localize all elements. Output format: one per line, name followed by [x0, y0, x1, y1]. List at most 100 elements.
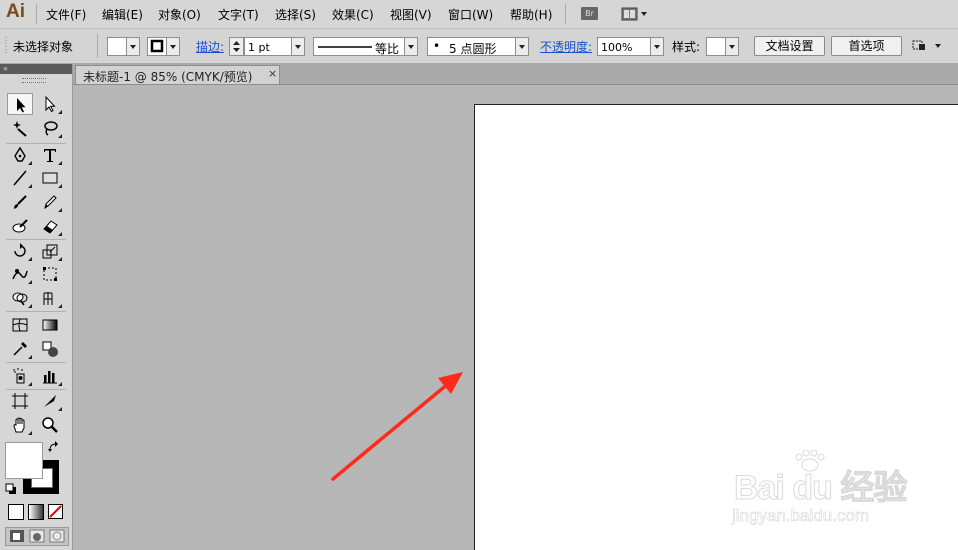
menu-effect[interactable]: 效果(C) [332, 6, 374, 23]
tools-panel-header[interactable]: « [0, 64, 72, 74]
tools-panel: « [0, 64, 73, 550]
arrange-documents-button[interactable] [910, 38, 946, 54]
menu-file[interactable]: 文件(F) [46, 6, 86, 23]
stroke-label[interactable]: 描边: [196, 38, 224, 55]
fill-color-box[interactable] [5, 442, 43, 479]
menu-separator [36, 4, 37, 24]
pencil-tool[interactable] [37, 191, 63, 213]
brush-dropdown[interactable] [515, 37, 529, 56]
document-setup-button[interactable]: 文档设置 [754, 36, 825, 56]
shape-builder-tool[interactable] [7, 287, 33, 309]
opacity-dropdown[interactable] [650, 37, 664, 56]
column-graph-tool[interactable] [37, 365, 63, 387]
drawing-modes [5, 527, 69, 546]
color-mode-button[interactable] [8, 504, 24, 520]
eyedropper-tool[interactable] [7, 338, 33, 360]
magic-wand-tool[interactable] [7, 117, 33, 139]
free-transform-icon [43, 267, 57, 281]
mesh-icon [12, 318, 28, 332]
direct-selection-tool[interactable] [37, 93, 63, 115]
stroke-profile-dropdown[interactable] [404, 37, 418, 56]
stepper-arrows-icon [233, 41, 240, 52]
paintbrush-tool[interactable] [7, 191, 33, 213]
mesh-tool[interactable] [7, 314, 33, 336]
slice-knife-icon [44, 395, 56, 407]
pen-tool[interactable] [7, 144, 33, 166]
stroke-weight-dropdown[interactable] [291, 37, 305, 56]
stroke-line-icon [318, 46, 372, 48]
close-tab-icon[interactable]: × [268, 67, 277, 80]
selection-tool[interactable] [7, 93, 33, 115]
shape-builder-icon [12, 292, 28, 306]
stroke-swatch[interactable] [147, 37, 167, 56]
stroke-dropdown[interactable] [166, 37, 180, 56]
blob-brush-tool[interactable] [7, 215, 33, 237]
menu-select[interactable]: 选择(S) [275, 6, 316, 23]
menu-edit[interactable]: 编辑(E) [102, 6, 143, 23]
menu-view[interactable]: 视图(V) [390, 6, 432, 23]
default-colors-icon[interactable] [5, 483, 17, 495]
warp-icon [12, 269, 28, 280]
perspective-grid-icon [43, 292, 53, 305]
line-segment-tool[interactable] [7, 167, 33, 189]
hand-tool[interactable] [7, 414, 33, 436]
menu-type[interactable]: 文字(T) [218, 6, 259, 23]
warp-tool[interactable] [7, 263, 33, 285]
preferences-button[interactable]: 首选项 [831, 36, 902, 56]
stroke-weight-field[interactable]: 1 pt [244, 37, 292, 56]
perspective-grid-tool[interactable] [37, 287, 63, 309]
direct-selection-icon [45, 95, 56, 113]
magic-wand-icon [13, 121, 27, 137]
document-tab-title: 未标题-1 @ 85% (CMYK/预览) [83, 70, 253, 84]
arrange-icon [912, 40, 941, 50]
blend-icon [42, 341, 58, 357]
scale-icon [42, 244, 58, 259]
symbol-sprayer-tool[interactable] [7, 365, 33, 387]
gradient-mode-button[interactable] [28, 504, 44, 520]
free-transform-tool[interactable] [37, 263, 63, 285]
bridge-button[interactable]: Br [581, 7, 598, 20]
opacity-label[interactable]: 不透明度: [540, 38, 592, 55]
rotate-tool[interactable] [7, 240, 33, 262]
hand-icon [13, 417, 25, 433]
column-graph-icon [43, 371, 57, 384]
workspace-switcher[interactable] [621, 7, 649, 21]
panel-grip-icon [5, 37, 7, 55]
rotate-icon [14, 243, 26, 257]
tools-panel-grip[interactable] [22, 78, 46, 83]
artboard-tool[interactable] [7, 390, 33, 412]
zoom-tool[interactable] [37, 414, 63, 436]
gradient-tool[interactable] [37, 314, 63, 336]
watermark-brand: Bai du 经验 [733, 469, 907, 508]
eraser-icon [43, 220, 58, 234]
blend-tool[interactable] [37, 338, 63, 360]
document-tab[interactable]: 未标题-1 @ 85% (CMYK/预览) × [75, 65, 280, 84]
brush-dot-icon: • [433, 39, 441, 53]
brush-definition-field[interactable]: • 5 点圆形 [427, 37, 516, 56]
fill-swatch[interactable] [107, 37, 127, 56]
type-tool[interactable] [37, 144, 63, 166]
style-swatch[interactable] [706, 37, 726, 56]
fill-dropdown[interactable] [126, 37, 140, 56]
drawing-modes-icon[interactable] [9, 529, 67, 543]
stroke-weight-stepper[interactable] [229, 37, 244, 56]
collapse-icon[interactable]: « [3, 64, 8, 73]
pencil-icon [44, 195, 57, 210]
style-dropdown[interactable] [725, 37, 739, 56]
rectangle-tool[interactable] [37, 167, 63, 189]
menu-help[interactable]: 帮助(H) [510, 6, 552, 23]
gradient-icon [42, 319, 58, 331]
none-mode-icon[interactable] [48, 504, 64, 520]
stroke-profile-field[interactable]: 等比 [313, 37, 405, 56]
eraser-tool[interactable] [37, 215, 63, 237]
menu-separator [565, 4, 566, 24]
menu-object[interactable]: 对象(O) [158, 6, 201, 23]
opacity-field[interactable]: 100% [597, 37, 651, 56]
slice-tool[interactable] [37, 390, 63, 412]
eyedropper-icon [13, 342, 27, 356]
menu-window[interactable]: 窗口(W) [448, 6, 493, 23]
swap-fill-stroke-icon[interactable] [47, 440, 61, 454]
lasso-tool[interactable] [37, 117, 63, 139]
pen-nib-icon [14, 146, 26, 162]
scale-tool[interactable] [37, 240, 63, 262]
